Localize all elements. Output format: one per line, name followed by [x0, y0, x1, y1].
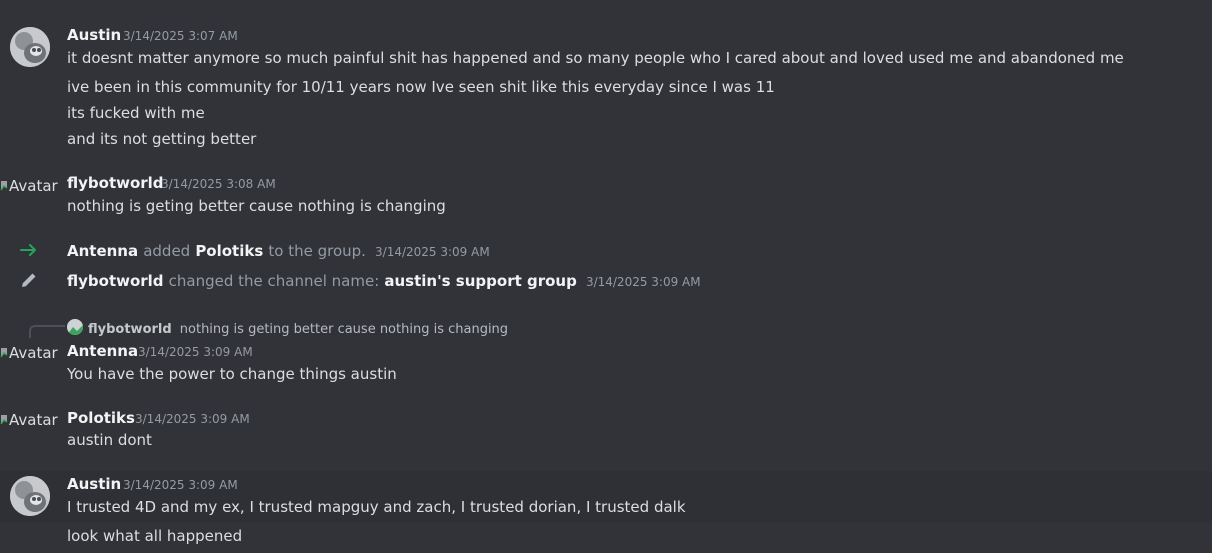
message-timestamp[interactable]: 3/14/2025 3:09 AM — [135, 412, 250, 426]
broken-image-icon — [0, 346, 8, 360]
avatar-alt-text: Avatar — [9, 411, 58, 429]
message-author[interactable]: Polotiks — [67, 409, 135, 427]
event-actor[interactable]: flybotworld — [67, 272, 164, 290]
event-suffix: to the group. — [268, 242, 366, 260]
event-verb: added — [143, 242, 191, 260]
system-message-member-added: Antenna added Polotiks to the group. 3/1… — [67, 241, 490, 260]
message-text: it doesnt matter anymore so much painful… — [67, 49, 1124, 67]
avatar[interactable]: Avatar — [0, 177, 58, 195]
reply-avatar[interactable] — [67, 319, 83, 335]
event-target[interactable]: Polotiks — [195, 242, 263, 260]
message-timestamp[interactable]: 3/14/2025 3:08 AM — [161, 177, 276, 191]
message-text: I trusted 4D and my ex, I trusted mapguy… — [67, 498, 686, 516]
system-message-channel-renamed: flybotworld changed the channel name: au… — [67, 271, 701, 290]
message-text: austin dont — [67, 431, 152, 449]
pencil-icon — [20, 271, 38, 289]
avatar[interactable] — [10, 476, 50, 516]
avatar-alt-text: Avatar — [9, 344, 58, 362]
message-timestamp[interactable]: 3/14/2025 3:09 AM — [123, 478, 238, 492]
reply-connector — [29, 325, 65, 338]
message-author[interactable]: Austin — [67, 26, 121, 44]
arrow-right-icon — [19, 242, 39, 258]
event-timestamp[interactable]: 3/14/2025 3:09 AM — [375, 245, 490, 259]
avatar[interactable]: Avatar — [0, 411, 58, 429]
message-timestamp[interactable]: 3/14/2025 3:07 AM — [123, 29, 238, 43]
event-verb: changed the channel name: — [168, 272, 380, 290]
message-author[interactable]: Austin — [67, 475, 121, 493]
message-author[interactable]: flybotworld — [67, 174, 164, 192]
broken-image-icon — [0, 413, 8, 427]
broken-image-icon — [0, 179, 8, 193]
avatar[interactable]: Avatar — [0, 344, 58, 362]
reply-text[interactable]: nothing is geting better cause nothing i… — [180, 322, 508, 337]
avatar[interactable] — [10, 27, 50, 67]
message-text: nothing is geting better cause nothing i… — [67, 197, 446, 215]
message-text: You have the power to change things aust… — [67, 365, 397, 383]
reply-author[interactable]: flybotworld — [88, 322, 172, 337]
event-actor[interactable]: Antenna — [67, 242, 138, 260]
avatar-alt-text: Avatar — [9, 177, 58, 195]
event-target: austin's support group — [384, 272, 577, 290]
message-timestamp[interactable]: 3/14/2025 3:09 AM — [138, 345, 253, 359]
message-text: and its not getting better — [67, 130, 257, 148]
message-text: ive been in this community for 10/11 yea… — [67, 78, 775, 96]
event-timestamp[interactable]: 3/14/2025 3:09 AM — [586, 275, 701, 289]
message-text: its fucked with me — [67, 104, 205, 122]
reply-preview[interactable]: flybotworld nothing is geting better cau… — [88, 318, 508, 337]
message-author[interactable]: Antenna — [67, 342, 138, 360]
chat-message-list[interactable]: Austin 3/14/2025 3:07 AM it doesnt matte… — [0, 0, 1212, 553]
message-text: look what all happened — [67, 527, 243, 545]
